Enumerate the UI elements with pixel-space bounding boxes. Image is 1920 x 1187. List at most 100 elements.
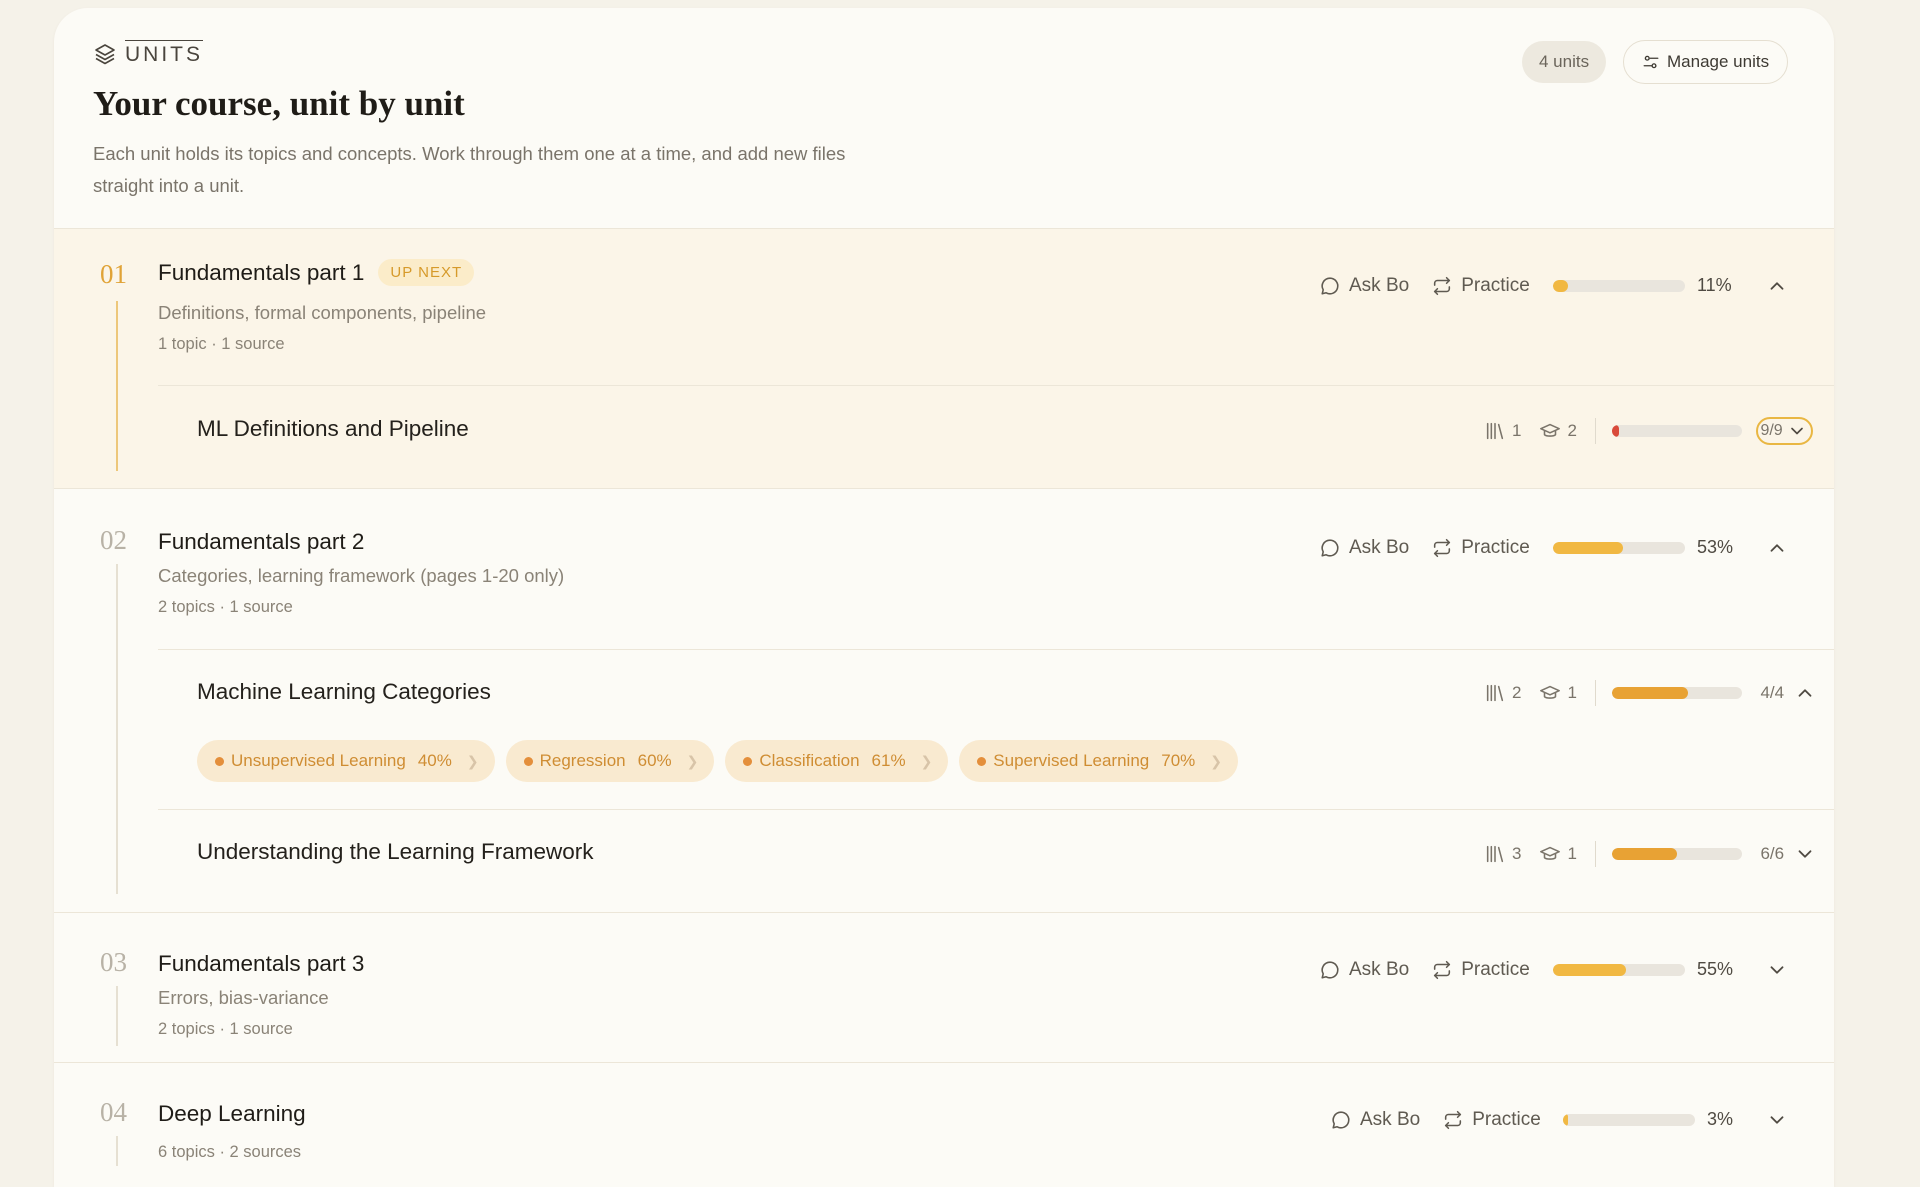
quizzes-count: 2 <box>1539 420 1577 442</box>
topic-fraction: 9/9 <box>1760 422 1783 439</box>
topic-stats: 2 1 4/4 <box>1484 678 1816 708</box>
chevron-up-icon[interactable] <box>1766 275 1788 297</box>
quizzes-count: 1 <box>1539 682 1577 704</box>
unit-progress-fill <box>1553 964 1626 976</box>
chat-bubble-icon <box>1332 1111 1350 1129</box>
unit-title: Fundamentals part 1 <box>158 259 365 285</box>
topic-toggle[interactable]: 9/9 <box>1756 417 1813 445</box>
unit-number: 03 <box>100 947 127 977</box>
unit-count-badge: 4 units <box>1522 41 1607 83</box>
concept-chip[interactable]: Classification 61% ❯ <box>725 740 949 782</box>
sources-value: 2 <box>1512 683 1522 702</box>
ask-bo-label: Ask Bo <box>1360 1109 1421 1130</box>
concept-percent: 70% <box>1161 751 1196 770</box>
ask-bo-label: Ask Bo <box>1349 959 1410 980</box>
unit-number: 04 <box>100 1097 127 1127</box>
ask-bo-button[interactable]: Ask Bo <box>1319 959 1409 981</box>
repeat-icon <box>1434 276 1451 296</box>
unit-meta: 6 topics · 2 sources <box>158 1143 302 1161</box>
chevron-up-icon[interactable] <box>1794 682 1816 704</box>
ask-bo-button[interactable]: Ask Bo <box>1330 1109 1420 1131</box>
topic-name: Understanding the Learning Framework <box>197 839 594 864</box>
chevron-down-icon[interactable] <box>1794 843 1816 865</box>
practice-button[interactable]: Practice <box>1431 959 1530 981</box>
chevron-right-icon: ❯ <box>466 752 479 769</box>
status-dot <box>977 756 987 766</box>
repeat-icon <box>1434 960 1451 980</box>
repeat-icon <box>1445 1110 1462 1130</box>
concept-percent: 61% <box>871 751 906 770</box>
topic-name: ML Definitions and Pipeline <box>197 416 469 441</box>
manage-units-button[interactable]: Manage units <box>1623 40 1789 84</box>
topic-progress-bar <box>1612 848 1743 860</box>
divider <box>1594 418 1597 444</box>
topic-name: Machine Learning Categories <box>197 679 491 704</box>
concept-chip[interactable]: Unsupervised Learning 40% ❯ <box>197 740 495 782</box>
manage-units-label: Manage units <box>1667 52 1770 71</box>
concept-name: Regression <box>539 751 626 770</box>
library-icon <box>1486 422 1504 440</box>
quizzes-value: 2 <box>1567 421 1577 440</box>
concept-name: Supervised Learning <box>993 751 1150 770</box>
sliders-icon <box>1643 55 1659 69</box>
unit-rail <box>116 1136 118 1166</box>
unit-progress-percent: 3% <box>1707 1109 1734 1129</box>
concept-chip[interactable]: Regression 60% ❯ <box>505 740 715 782</box>
concept-chip[interactable]: Supervised Learning 70% ❯ <box>959 740 1239 782</box>
topic-row[interactable]: Machine Learning Categories 2 1 4/4 Unsu… <box>158 649 1834 809</box>
ask-bo-label: Ask Bo <box>1349 537 1410 558</box>
practice-button[interactable]: Practice <box>1431 275 1530 297</box>
topic-row[interactable]: ML Definitions and Pipeline 1 2 9/9 <box>158 385 1834 489</box>
practice-label: Practice <box>1461 959 1530 980</box>
topic-fraction: 6/6 <box>1760 844 1785 863</box>
practice-button[interactable]: Practice <box>1442 1109 1541 1131</box>
unit-progress-fill <box>1553 280 1568 292</box>
sources-count: 1 <box>1484 420 1521 442</box>
chevron-up-icon[interactable] <box>1766 537 1788 559</box>
topic-progress-bar <box>1612 687 1743 699</box>
practice-label: Practice <box>1461 537 1530 558</box>
unit-04: 04 Deep Learning 6 topics · 2 sources As… <box>54 1063 1834 1187</box>
status-dot <box>523 756 533 766</box>
units-card: UNITS Your course, unit by unit Each uni… <box>54 8 1834 1187</box>
repeat-icon <box>1434 538 1451 558</box>
unit-subtitle: Errors, bias-variance <box>158 987 329 1008</box>
library-icon <box>1486 845 1504 863</box>
unit-progress-bar <box>1553 542 1685 554</box>
concept-chips: Unsupervised Learning 40% ❯ Regression 6… <box>197 740 1239 782</box>
unit-title-row: Fundamentals part 1 UP NEXT <box>158 259 475 286</box>
topic-progress-bar <box>1612 425 1743 437</box>
unit-subtitle: Definitions, formal components, pipeline <box>158 302 487 323</box>
topic-stats: 3 1 6/6 <box>1484 839 1816 869</box>
ask-bo-button[interactable]: Ask Bo <box>1319 537 1409 559</box>
unit-number: 01 <box>100 259 127 289</box>
layers-icon <box>95 43 115 64</box>
graduation-cap-icon <box>1540 685 1561 699</box>
eyebrow-label: UNITS <box>125 40 203 67</box>
chevron-down-icon <box>1790 427 1803 435</box>
chevron-right-icon: ❯ <box>920 752 933 769</box>
concept-name: Unsupervised Learning <box>231 751 406 770</box>
unit-meta: 2 topics · 1 source <box>158 598 293 616</box>
ask-bo-label: Ask Bo <box>1349 275 1410 296</box>
unit-progress-fill <box>1563 1114 1569 1126</box>
page-title: Your course, unit by unit <box>93 84 465 123</box>
practice-button[interactable]: Practice <box>1431 537 1530 559</box>
topic-progress-fill <box>1612 425 1619 437</box>
quizzes-value: 1 <box>1567 683 1577 702</box>
unit-progress-bar <box>1553 964 1685 976</box>
ask-bo-button[interactable]: Ask Bo <box>1319 275 1409 297</box>
unit-02: 02 Fundamentals part 2 Categories, learn… <box>54 489 1834 913</box>
chevron-right-icon: ❯ <box>1210 752 1223 769</box>
topic-fraction: 4/4 <box>1760 683 1785 702</box>
unit-actions: Ask Bo Practice <box>1330 1105 1541 1135</box>
concept-percent: 60% <box>637 751 672 770</box>
topic-row[interactable]: Understanding the Learning Framework 3 1… <box>158 809 1834 913</box>
chevron-down-icon[interactable] <box>1766 959 1788 981</box>
chevron-down-icon[interactable] <box>1766 1109 1788 1131</box>
unit-progress-bar <box>1563 1114 1695 1126</box>
status-dot <box>215 756 224 766</box>
unit-01: 01 Fundamentals part 1 UP NEXT Definitio… <box>54 229 1834 489</box>
sources-value: 1 <box>1512 421 1522 440</box>
quizzes-count: 1 <box>1539 843 1577 865</box>
